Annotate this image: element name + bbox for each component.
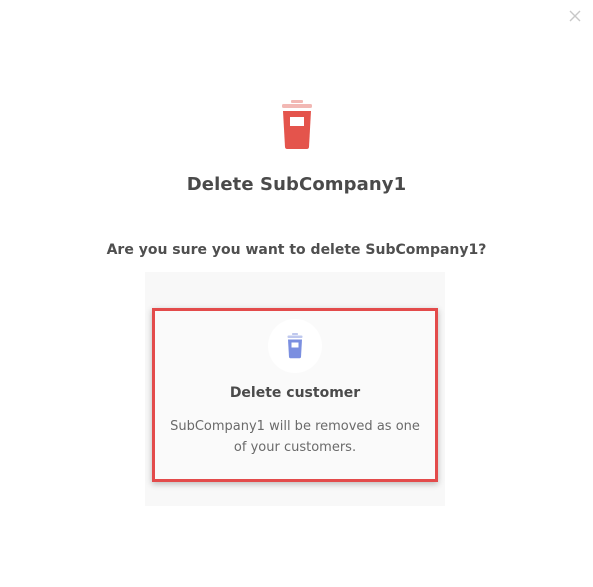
option-description: SubCompany1 will be removed as one of yo… (170, 419, 420, 455)
close-icon[interactable] (567, 8, 583, 24)
confirmation-question: Are you sure you want to delete SubCompa… (106, 242, 487, 258)
trash-icon (287, 333, 303, 359)
dialog-title: Delete SubCompany1 (186, 174, 407, 195)
option-icon-wrapper (268, 319, 322, 373)
delete-customer-option[interactable]: Delete customer SubCompany1 will be remo… (152, 308, 438, 482)
delete-dialog: Delete SubCompany1 Are you sure you want… (0, 0, 593, 587)
trash-icon (281, 100, 312, 149)
option-title: Delete customer (229, 385, 361, 401)
